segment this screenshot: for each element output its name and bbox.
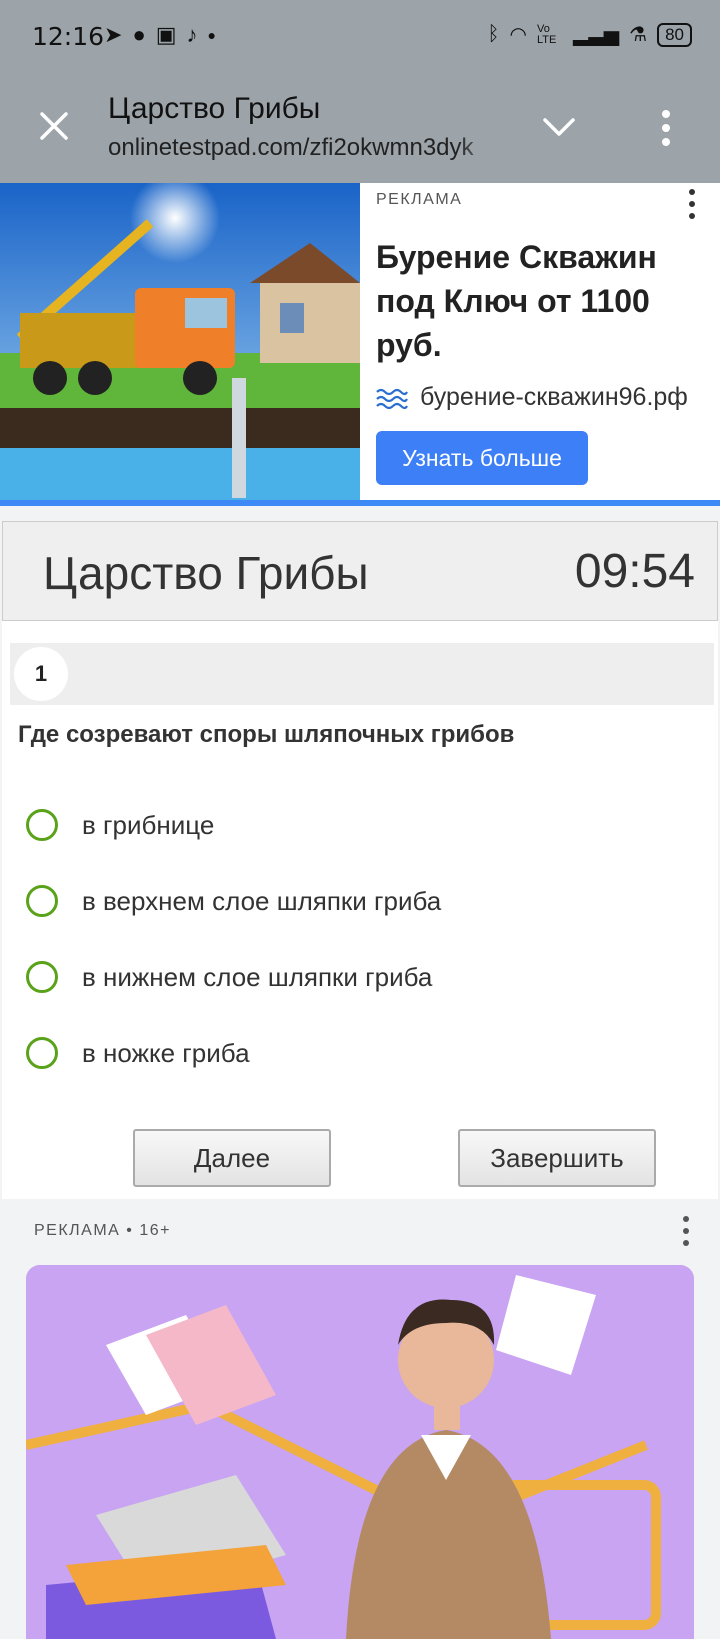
ad-label-bottom: РЕКЛАМА • 16+ <box>34 1222 171 1239</box>
answer-option[interactable]: в верхнем слое шляпки гриба <box>26 885 441 917</box>
answer-option[interactable]: в ножке гриба <box>26 1037 250 1069</box>
answer-option[interactable]: в нижнем слое шляпки гриба <box>26 961 432 993</box>
signal-icon: ▂▃▅ <box>572 24 620 46</box>
question-header: 1 <box>10 643 714 705</box>
answer-label: в верхнем слое шляпки гриба <box>82 885 442 916</box>
telegram-icon: ➤ <box>104 22 123 47</box>
test-timer: 09:54 <box>574 545 695 598</box>
question-text: Где созревают споры шляпочных грибов <box>18 721 515 748</box>
ad-options-icon[interactable] <box>678 1214 694 1248</box>
answer-label: в грибнице <box>82 809 215 840</box>
ad-banner-top[interactable]: РЕКЛАМА Бурение Скважин под Ключ от 1100… <box>0 183 720 506</box>
volte-icon: Vo LTE <box>536 22 557 46</box>
browser-toolbar: 12:16 ➤ ● ▣ ♪ ● ᛒ ◠ Vo LTE ▂▃▅ ⚗ 80 Царс… <box>0 0 720 183</box>
drilling-truck-image[interactable] <box>0 183 360 503</box>
menu-icon[interactable] <box>658 108 674 148</box>
page-url[interactable]: onlinetestpad.com/zfi2okwmn3dyk <box>108 134 504 162</box>
test-panel: Царство Грибы 09:54 1 Где созревают спор… <box>2 521 718 1199</box>
flask-icon: ⚗ <box>629 24 648 46</box>
status-time: 12:16 <box>32 22 105 51</box>
tiktok-icon: ♪ <box>186 22 198 47</box>
bluetooth-icon: ᛒ <box>487 23 500 45</box>
test-header: Царство Грибы 09:54 <box>2 521 718 621</box>
battery-indicator: 80 <box>657 22 692 47</box>
radio-button[interactable] <box>26 885 58 917</box>
learn-more-button[interactable]: Узнать больше <box>376 431 588 485</box>
wifi-icon: ◠ <box>509 24 527 46</box>
notification-icons: ➤ ● ▣ ♪ ● <box>104 22 216 48</box>
ad-headline[interactable]: Бурение Скважин под Ключ от 1100 руб. <box>376 235 706 367</box>
close-icon[interactable] <box>36 108 72 144</box>
radio-button[interactable] <box>26 961 58 993</box>
chevron-down-icon[interactable] <box>542 116 576 138</box>
system-icons: ᛒ ◠ Vo LTE ▂▃▅ ⚗ 80 <box>488 22 692 47</box>
ad-accent-bar <box>0 500 720 506</box>
answer-label: в ножке гриба <box>82 1037 250 1068</box>
test-title: Царство Грибы <box>43 547 369 599</box>
question-number: 1 <box>14 647 68 701</box>
answer-label: в нижнем слое шляпки гриба <box>82 961 433 992</box>
ad-site-text: бурение-скважин96.рф <box>420 383 688 411</box>
page-title: Царство Грибы <box>108 92 321 125</box>
ad-site-link[interactable]: бурение-скважин96.рф <box>376 383 706 412</box>
app-icon: ▣ <box>155 22 177 47</box>
ad-options-icon[interactable] <box>684 187 700 221</box>
chat-icon: ● <box>132 22 146 47</box>
finish-button[interactable]: Завершить <box>458 1129 656 1187</box>
status-bar: 12:16 ➤ ● ▣ ♪ ● ᛒ ◠ Vo LTE ▂▃▅ ⚗ 80 <box>0 0 720 72</box>
radio-button[interactable] <box>26 1037 58 1069</box>
ad-banner-bottom-image[interactable] <box>26 1265 694 1639</box>
next-button[interactable]: Далее <box>133 1129 331 1187</box>
radio-button[interactable] <box>26 809 58 841</box>
answer-option[interactable]: в грибнице <box>26 809 214 841</box>
dot-icon: ● <box>207 27 216 43</box>
ad-label: РЕКЛАМА <box>376 191 463 208</box>
waves-icon <box>376 388 408 409</box>
